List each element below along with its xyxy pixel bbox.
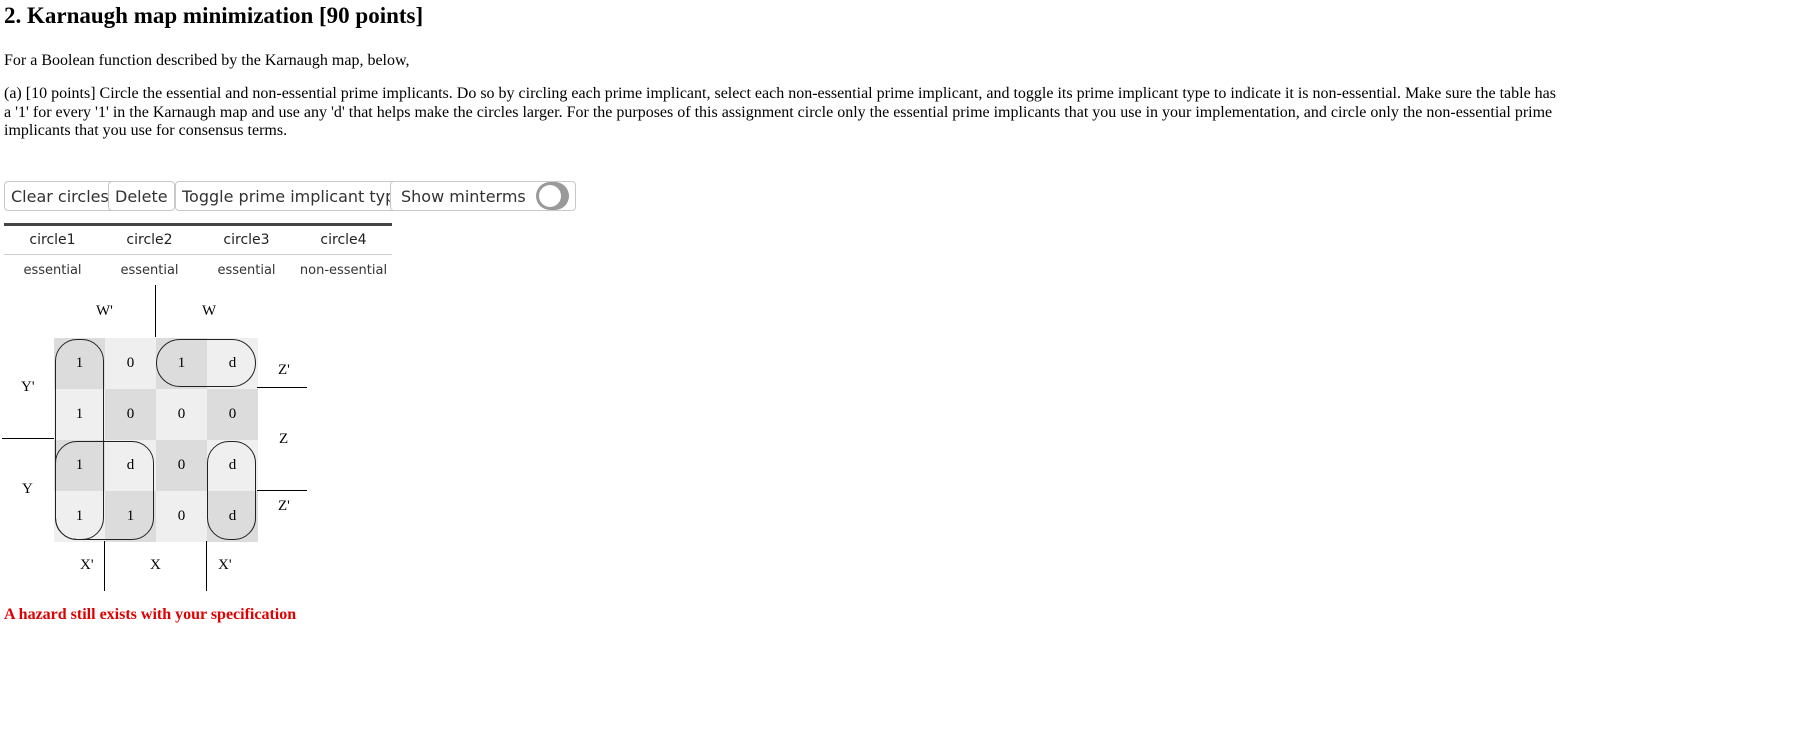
show-minterms-toggle[interactable]: Show minterms [390, 181, 576, 211]
implicant-header-row: circle1 circle2 circle3 circle4 [4, 226, 392, 255]
karnaugh-map: 1 0 1 d 1 0 0 0 1 d 0 d 1 1 0 d W' W Y' … [0, 285, 310, 595]
kmap-left-label: Y [22, 481, 33, 497]
prime-implicant-table: circle1 circle2 circle3 circle4 essentia… [4, 223, 392, 285]
kmap-axis-line [206, 541, 207, 591]
kmap-cell[interactable]: 0 [105, 338, 156, 389]
kmap-axis-line [257, 490, 307, 491]
kmap-bottom-label: X [150, 557, 161, 573]
kmap-left-label: Y' [21, 379, 35, 395]
toggle-knob [538, 185, 561, 207]
delete-button[interactable]: Delete [108, 181, 175, 211]
implicant-type-row: essential essential essential non-essent… [4, 255, 392, 285]
implicant-header[interactable]: circle4 [295, 232, 392, 248]
kmap-bottom-label: X' [80, 557, 94, 573]
intro-text: For a Boolean function described by the … [4, 52, 410, 69]
prime-implicant-circle[interactable] [55, 441, 154, 540]
kmap-cell[interactable]: 0 [156, 491, 207, 542]
toggle-switch[interactable] [535, 182, 569, 210]
kmap-right-label: Z' [278, 498, 290, 514]
kmap-cell[interactable]: 0 [156, 389, 207, 440]
implicant-type[interactable]: non-essential [295, 263, 392, 278]
kmap-right-label: Z [279, 431, 289, 447]
implicant-type[interactable]: essential [101, 263, 198, 278]
implicant-header[interactable]: circle2 [101, 232, 198, 248]
prime-implicant-circle[interactable] [156, 339, 256, 387]
kmap-bottom-label: X' [218, 557, 232, 573]
kmap-cell[interactable]: 0 [156, 440, 207, 491]
kmap-axis-line [257, 387, 307, 388]
kmap-right-label: Z' [278, 362, 290, 378]
implicant-type[interactable]: essential [198, 263, 295, 278]
show-minterms-label: Show minterms [401, 186, 526, 206]
kmap-top-label: W [202, 303, 217, 319]
implicant-header[interactable]: circle3 [198, 232, 295, 248]
hazard-warning: A hazard still exists with your specific… [4, 606, 297, 623]
question-title: 2. Karnaugh map minimization [90 points] [4, 3, 424, 28]
implicant-type[interactable]: essential [4, 263, 101, 278]
question-text: (a) [10 points] Circle the essential and… [4, 85, 1556, 139]
prime-implicant-circle[interactable] [207, 441, 256, 540]
kmap-axis-line [155, 285, 156, 337]
kmap-axis-line [104, 541, 105, 591]
kmap-cell[interactable]: 0 [207, 389, 258, 440]
clear-circles-button[interactable]: Clear circles [4, 181, 116, 211]
kmap-top-label: W' [96, 303, 113, 319]
kmap-cell[interactable]: 0 [105, 389, 156, 440]
implicant-header[interactable]: circle1 [4, 232, 101, 248]
toggle-prime-implicant-type-button[interactable]: Toggle prime implicant type [175, 181, 413, 211]
kmap-axis-line [2, 438, 54, 439]
